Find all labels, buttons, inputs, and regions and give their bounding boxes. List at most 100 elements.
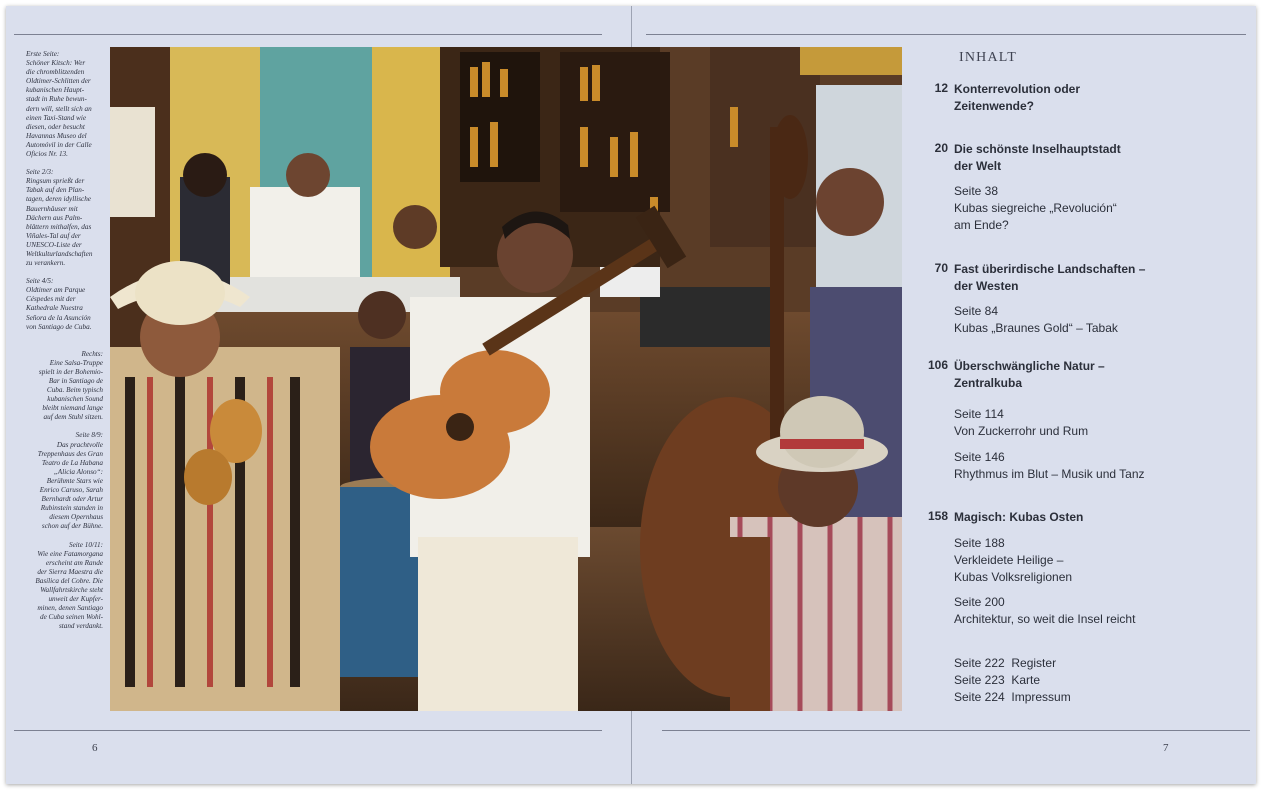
photo-captions: Erste Seite: Schöner Kitsch: Wer die chrom… <box>26 50 103 640</box>
caption-line: Céspedes mit der <box>26 295 76 304</box>
toc-sub-line: Seite 146 <box>954 450 1005 464</box>
bottom-rule-right <box>662 730 1250 731</box>
toc-sub-line: Seite 114 <box>954 407 1004 421</box>
toc-title-line: der Westen <box>954 279 1019 293</box>
toc-title-line: Zeitenwende? <box>954 99 1035 113</box>
band-photo <box>110 47 902 711</box>
caption-line: stadt in Ruhe bewun- <box>26 95 87 104</box>
toc-page-number: 158 <box>927 509 948 523</box>
caption-line: Seite 4/5: <box>26 277 54 286</box>
caption-line: kubanischen Haupt- <box>26 86 85 95</box>
caption-line: Oldtimer am Parque <box>26 286 86 295</box>
caption-line: diesen, oder besucht <box>26 122 85 131</box>
toc-sub-line: Architektur, so weit die Insel reicht <box>954 612 1136 626</box>
caption-line: schon auf der Bühne. <box>41 522 103 531</box>
toc-sub-entry: Seite 188 Verkleidete Heilige – Kubas Volk… <box>954 535 1072 586</box>
caption-line: stand verdankt. <box>58 622 103 631</box>
caption-line: Dächern aus Palm- <box>26 213 83 222</box>
toc-appendix-line: Seite 224 Impressum <box>954 690 1071 704</box>
caption-line: Bar in Santiago de <box>48 377 103 385</box>
book-spread: Erste Seite: Schöner Kitsch: Wer die chrom… <box>6 6 1256 784</box>
caption-line: Eine Salsa-Truppe <box>49 358 103 367</box>
caption-line: blättern mithalfen, das <box>26 222 92 231</box>
toc-title-line: Die schönste Inselhauptstadt <box>954 142 1121 156</box>
toc-sub-line: Von Zuckerrohr und Rum <box>954 424 1089 438</box>
toc-sub-entry: Seite 38 Kubas siegreiche „Revolución“ am … <box>954 183 1117 234</box>
toc-chapter-title: Überschwängliche Natur – Zentralkuba <box>954 358 1105 392</box>
toc-sub-line: Seite 84 <box>954 304 999 318</box>
caption-line: Viñales-Tal auf der <box>26 231 81 240</box>
caption-line: UNESCO-Liste der <box>26 240 82 249</box>
caption-line: die chromblitzenden <box>26 68 85 77</box>
toc-sub-line: am Ende? <box>954 218 1009 232</box>
caption-line: Schöner Kitsch: Wer <box>26 59 86 68</box>
caption-line: „Alicia Alonso“: <box>53 467 103 476</box>
caption-line: Kathedrale Nuestra <box>26 304 83 313</box>
caption-line: Berühmte Stars wie <box>46 476 103 485</box>
caption-line: Oficios Nr. 13. <box>26 150 68 159</box>
toc-sub-entry: Seite 114 Von Zuckerrohr und Rum <box>954 406 1088 440</box>
caption-line: Basílica del Cobre. Die <box>35 576 103 585</box>
toc-sub-line: Seite 200 <box>954 595 1005 609</box>
caption-block: Seite 8/9: Das prachtvolle Treppenhaus des… <box>26 431 103 531</box>
toc-page-number: 70 <box>934 261 948 275</box>
caption-line: de Cuba seinen Wohl- <box>39 613 103 622</box>
toc-title-line: Magisch: Kubas Osten <box>954 510 1084 524</box>
caption-line: Teatro de La Habana <box>41 458 103 467</box>
toc-sub-line: Seite 188 <box>954 536 1005 550</box>
caption-line: Bauernhäuser mit <box>26 204 78 213</box>
caption-block: Seite 4/5: Oldtimer am Parque Céspedes mit… <box>26 277 103 332</box>
toc-chapter-title: Die schönste Inselhauptstadt der Welt <box>954 141 1121 175</box>
caption-line: erscheint am Rande <box>45 558 103 567</box>
toc-sub-line: Rhythmus im Blut – Musik und Tanz <box>954 467 1145 481</box>
caption-line: tagen, deren idyllische <box>26 195 91 204</box>
toc-appendix: Seite 222 Register Seite 223 Karte Seite 2… <box>954 655 1071 706</box>
caption-line: unweit der Kupfer- <box>48 595 103 604</box>
caption-line: Oldtimer-Schlitten der <box>26 77 91 86</box>
toc-title-line: Konterrevolution oder <box>954 82 1081 96</box>
toc-sub-line: Kubas siegreiche „Revolución“ <box>954 201 1117 215</box>
bottom-rule-left <box>14 730 602 731</box>
toc-title-line: der Welt <box>954 159 1002 173</box>
caption-line: Erste Seite: <box>26 50 60 58</box>
caption-block: Seite 10/11: Wie eine Fatamorgana erschein… <box>26 541 103 632</box>
toc-sub-line: Kubas Volksreligionen <box>954 570 1073 584</box>
caption-line: kubanischen Sound <box>47 395 103 404</box>
caption-line: Bernhardt oder Artur <box>41 495 104 504</box>
caption-line: Ringsum sprießt der <box>26 177 85 186</box>
caption-line: Seite 8/9: <box>75 431 103 440</box>
caption-line: dern will, stellt sich an <box>26 104 92 113</box>
caption-line: Rubinstein standen in <box>40 504 103 513</box>
toc-heading: INHALT <box>959 50 1018 65</box>
toc-page-number: 20 <box>934 141 948 155</box>
caption-line: Treppenhaus des Gran <box>37 449 103 458</box>
caption-line: Automóvil in der Calle <box>26 140 92 149</box>
caption-line: Wie eine Fatamorgana <box>37 549 103 558</box>
caption-line: von Santiago de Cuba. <box>26 322 92 331</box>
toc-appendix-line: Seite 223 Karte <box>954 673 1041 687</box>
caption-line: zu verankern. <box>26 259 66 268</box>
caption-line: minen, denen Santiago <box>37 604 103 613</box>
caption-line: Enrico Caruso, Sarah <box>39 486 103 495</box>
caption-block: Erste Seite: Schöner Kitsch: Wer die chrom… <box>26 50 103 159</box>
toc-chapter-title: Fast überirdische Landschaften – der West… <box>954 261 1145 295</box>
toc-page-number: 106 <box>927 358 948 372</box>
toc-sub-line: Verkleidete Heilige – <box>954 553 1064 567</box>
toc-title-line: Überschwängliche Natur – <box>954 359 1105 373</box>
caption-line: Cuba. Beim typisch <box>46 386 103 395</box>
caption-line: Havannas Museo del <box>26 131 87 140</box>
toc-sub-line: Kubas „Braunes Gold“ – Tabak <box>954 321 1118 335</box>
caption-line: einen Taxi-Stand wie <box>26 113 87 122</box>
top-rule-right <box>646 34 1246 35</box>
caption-line: Seite 2/3: <box>26 168 54 177</box>
top-rule-left <box>14 34 602 35</box>
caption-line: Tabak auf den Plan- <box>26 186 85 195</box>
toc-sub-entry: Seite 84 Kubas „Braunes Gold“ – Tabak <box>954 303 1118 337</box>
toc-sub-entry: Seite 146 Rhythmus im Blut – Musik und Ta… <box>954 449 1145 483</box>
salsa-band-illustration <box>110 47 902 711</box>
caption-line: auf dem Stuhl sitzen. <box>43 413 104 422</box>
toc-sub-line: Seite 38 <box>954 184 999 198</box>
caption-line: bleibt niemand lange <box>42 404 103 413</box>
caption-line: Seite 10/11: <box>69 540 103 549</box>
caption-line: Rechts: <box>81 349 103 358</box>
